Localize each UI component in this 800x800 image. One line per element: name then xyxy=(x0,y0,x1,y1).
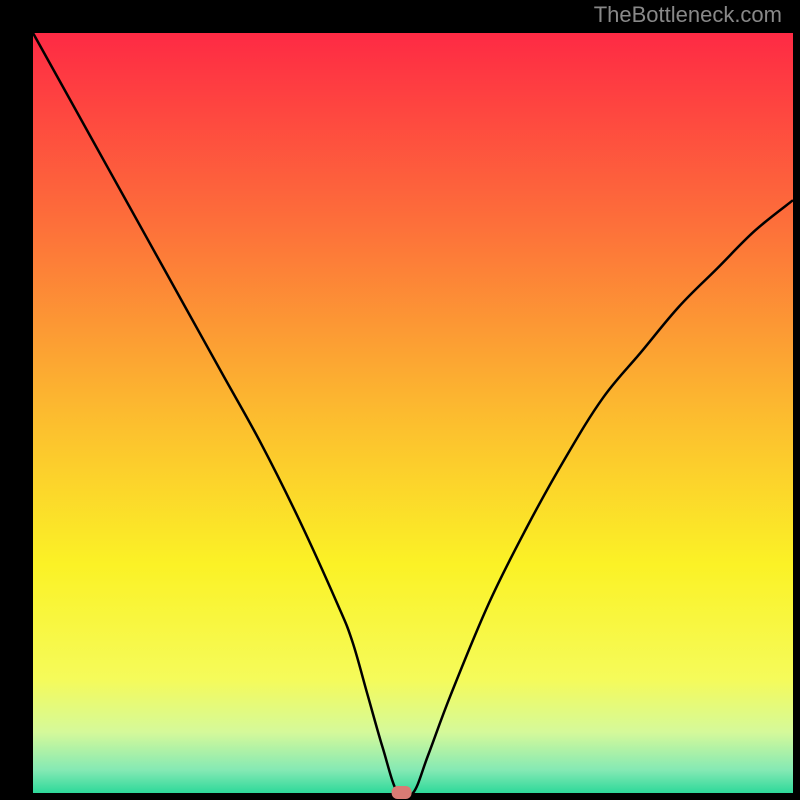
plot-background xyxy=(33,33,793,793)
bottleneck-chart xyxy=(0,0,800,800)
attribution-text: TheBottleneck.com xyxy=(594,2,782,28)
minimum-marker xyxy=(392,786,412,799)
